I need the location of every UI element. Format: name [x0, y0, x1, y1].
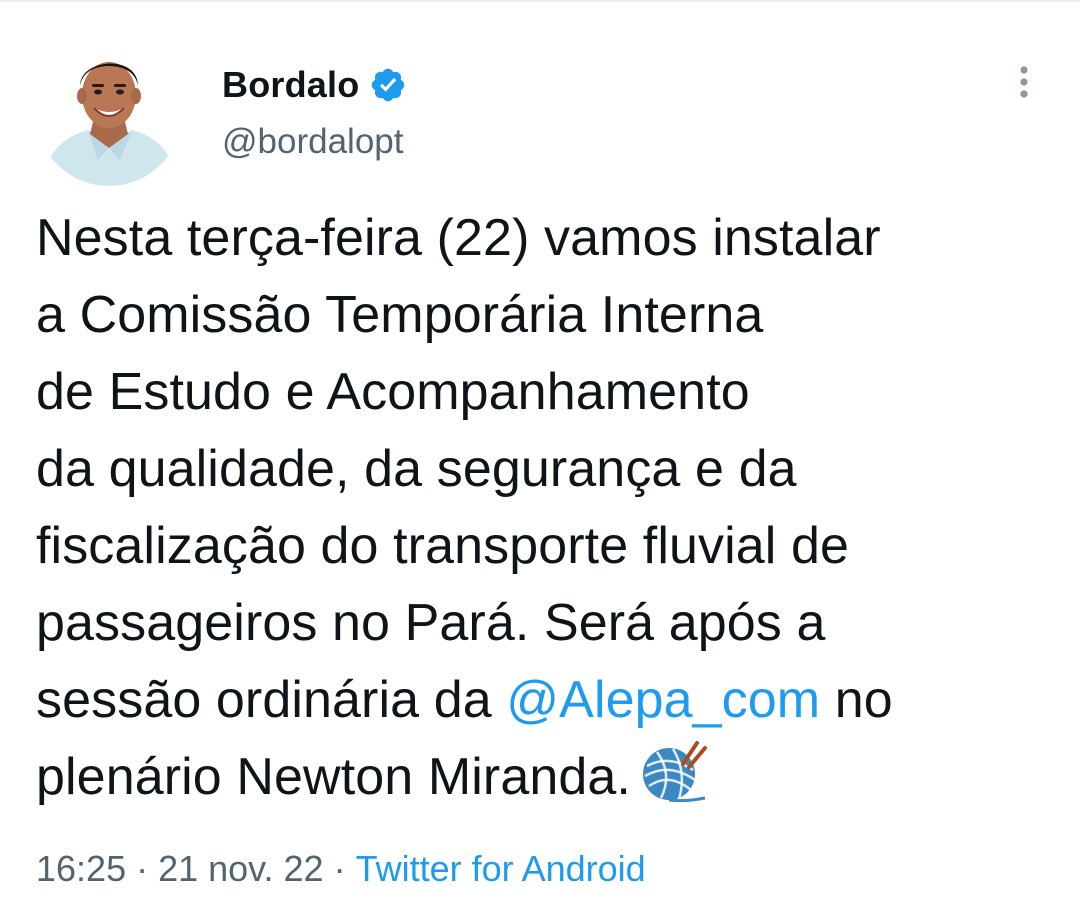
more-options-icon[interactable]	[1008, 62, 1040, 102]
tweet-text-line-with-mention: sessão ordinária da @Alepa_com no	[36, 662, 1066, 739]
author-handle[interactable]: @bordalopt	[222, 122, 403, 162]
tweet-text-line: de Estudo e Acompanhamento	[36, 363, 750, 421]
display-name[interactable]: Bordalo	[222, 64, 359, 106]
tweet-text-segment: sessão ordinária da	[36, 671, 507, 729]
tweet-text-segment: plenário Newton Miranda.	[36, 748, 631, 806]
tweet-text-line: da qualidade, da segurança e da	[36, 440, 797, 498]
tweet: Bordalo @bordalopt Nesta terça-feira (22…	[0, 0, 1080, 919]
tweet-text: Nesta terça-feira (22) vamos instalar a …	[36, 200, 1066, 816]
tweet-text-line-last: plenário Newton Miranda.	[36, 739, 1066, 816]
author-name-row: Bordalo	[222, 60, 407, 110]
tweet-meta: 16:25 · 21 nov. 22 · Twitter for Android	[36, 848, 646, 890]
tweet-text-line: passageiros no Pará. Será após a	[36, 594, 826, 652]
meta-separator: ·	[136, 848, 149, 889]
tweet-text-line: fiscalização do transporte fluvial de	[36, 517, 850, 575]
tweet-text-segment: no	[820, 671, 893, 729]
tweet-source-link[interactable]: Twitter for Android	[356, 848, 646, 889]
tweet-time[interactable]: 16:25	[36, 848, 126, 889]
verified-badge-icon	[369, 66, 407, 104]
avatar[interactable]	[36, 40, 182, 186]
meta-separator: ·	[333, 848, 346, 889]
yarn-ball-icon	[639, 740, 709, 804]
tweet-text-line: a Comissão Temporária Interna	[36, 286, 764, 344]
tweet-text-line: Nesta terça-feira (22) vamos instalar	[36, 209, 881, 267]
mention-link[interactable]: @Alepa_com	[506, 671, 820, 729]
tweet-date[interactable]: 21 nov. 22	[158, 848, 323, 889]
avatar-image	[36, 40, 182, 186]
